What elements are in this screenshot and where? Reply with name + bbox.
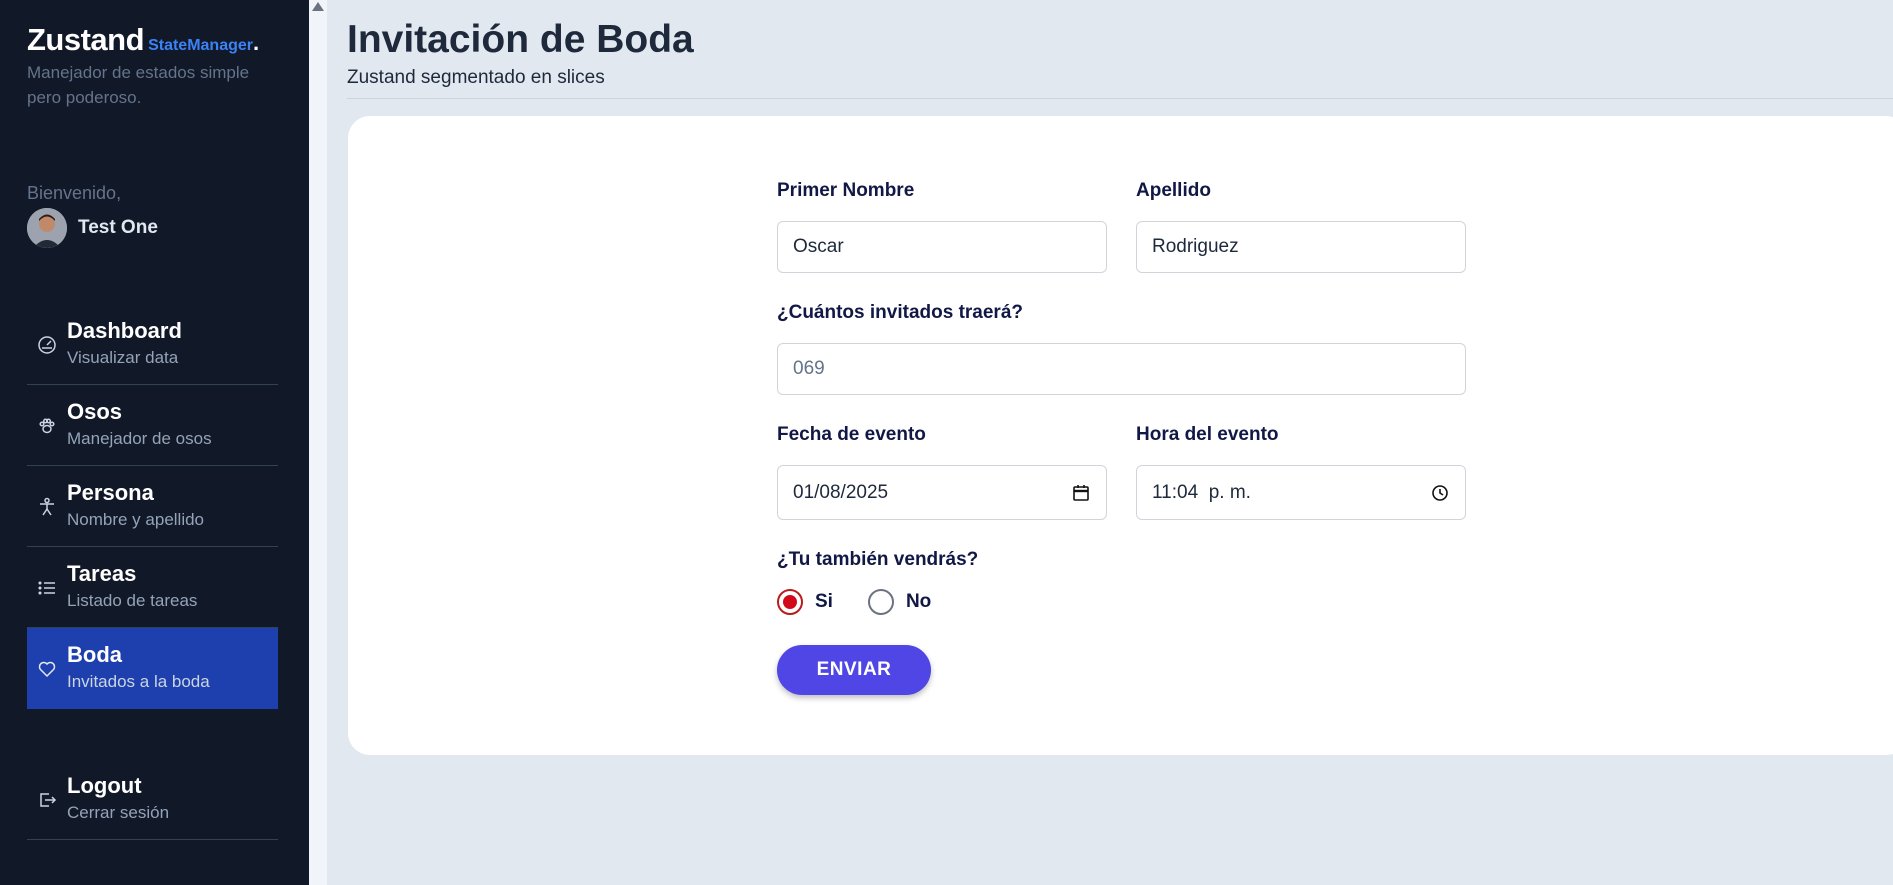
sidebar-item-subtitle: Cerrar sesión (67, 803, 170, 822)
page-subtitle: Zustand segmentado en slices (347, 67, 605, 88)
sidebar-item-subtitle: Invitados a la boda (67, 672, 210, 691)
event-date-label: Fecha de evento (777, 424, 926, 445)
sidebar-item-osos[interactable]: Osos Manejador de osos (27, 385, 278, 466)
event-time-value: 11:04 p. m. (1152, 481, 1251, 503)
sidebar-item-persona[interactable]: Persona Nombre y apellido (27, 466, 278, 547)
event-time-input[interactable]: 11:04 p. m. (1136, 465, 1466, 520)
scroll-up-arrow-icon[interactable] (312, 2, 324, 11)
event-date-value: 01/08/2025 (793, 481, 889, 503)
person-icon (40, 497, 54, 516)
submit-button[interactable]: ENVIAR (777, 645, 931, 695)
brand-tagline: Manejador de estados simple pero poderos… (27, 63, 250, 107)
radio-no-label[interactable]: No (906, 591, 931, 613)
list-icon (38, 581, 55, 595)
sidebar-item-title: Tareas (67, 561, 137, 586)
brand-logo: Zustand StateManager. (27, 22, 259, 58)
welcome-text: Bienvenido, (27, 183, 122, 203)
sidebar-item-title: Osos (67, 399, 123, 424)
attending-label: ¿Tu también vendrás? (777, 549, 979, 570)
brand-dot: . (252, 30, 260, 55)
avatar (27, 208, 67, 248)
sidebar-item-title: Dashboard (67, 318, 182, 343)
sidebar-item-title: Logout (67, 773, 142, 798)
sidebar: Zustand StateManager. Manejador de estado… (0, 0, 309, 885)
event-time-label: Hora del evento (1136, 424, 1279, 445)
last-name-input[interactable] (1136, 221, 1466, 273)
page-title: Invitación de Boda (347, 18, 694, 61)
form-card (348, 116, 1893, 755)
gauge-icon (38, 336, 56, 354)
sidebar-item-title: Boda (67, 642, 122, 667)
scrollbar[interactable] (309, 0, 327, 885)
first-name-label: Primer Nombre (777, 180, 915, 201)
paw-icon (39, 418, 55, 434)
sidebar-item-logout[interactable]: Logout Cerrar sesión (27, 759, 278, 840)
first-name-input[interactable] (777, 221, 1107, 273)
heart-icon (38, 661, 56, 678)
radio-si-label[interactable]: Si (815, 591, 833, 613)
event-date-input[interactable]: 01/08/2025 (777, 465, 1107, 520)
calendar-icon[interactable] (1071, 483, 1091, 503)
attending-radio-group: Si No (777, 589, 966, 615)
guests-input[interactable] (777, 343, 1466, 395)
last-name-label: Apellido (1136, 180, 1211, 201)
brand-name: Zustand (27, 22, 145, 57)
brand-sub: StateManager (148, 37, 253, 54)
sidebar-item-boda[interactable]: Boda Invitados a la boda (27, 628, 278, 709)
sidebar-item-subtitle: Visualizar data (67, 348, 179, 367)
logout-icon (40, 793, 57, 807)
sidebar-item-title: Persona (67, 480, 154, 505)
user-name: Test One (78, 217, 158, 238)
guests-label: ¿Cuántos invitados traerá? (777, 302, 1023, 323)
sidebar-item-dashboard[interactable]: Dashboard Visualizar data (27, 304, 278, 385)
sidebar-item-subtitle: Listado de tareas (67, 591, 198, 610)
radio-no[interactable] (867, 589, 894, 615)
sidebar-nav: Dashboard Visualizar data Osos Manejador… (27, 304, 278, 709)
sidebar-item-subtitle: Nombre y apellido (67, 510, 205, 529)
user-profile[interactable]: Test One (27, 208, 158, 248)
clock-icon[interactable] (1430, 483, 1450, 503)
radio-si[interactable] (777, 589, 803, 615)
sidebar-item-tareas[interactable]: Tareas Listado de tareas (27, 547, 278, 628)
header-divider (347, 98, 1893, 99)
sidebar-item-subtitle: Manejador de osos (67, 429, 212, 448)
